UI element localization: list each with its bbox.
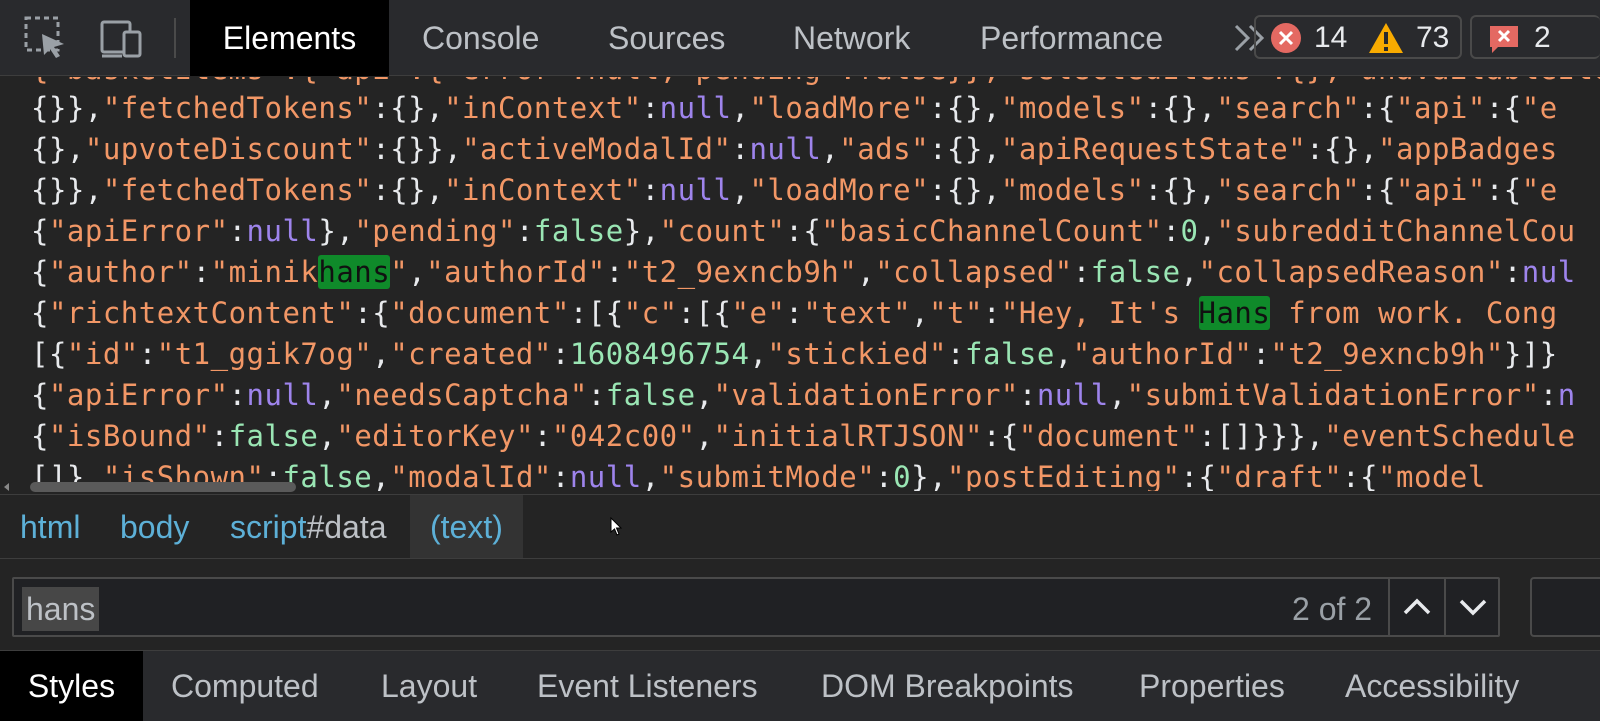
search-match-1: hans — [318, 255, 391, 289]
error-count: 14 — [1314, 21, 1348, 54]
tab-layout[interactable]: Layout — [381, 651, 477, 721]
tab-sources[interactable]: Sources — [608, 0, 725, 76]
scroll-left-arrow[interactable] — [4, 483, 9, 491]
search-input-box[interactable]: hans 2 of 2 — [12, 577, 1500, 637]
code-line: {"author":"minikhans","authorId":"t2_9ex… — [31, 255, 1576, 289]
code-line: {"isBound":false,"editorKey":"042c00","i… — [31, 419, 1576, 453]
breadcrumb-tag: script — [230, 509, 307, 545]
mouse-cursor-icon — [610, 516, 624, 542]
devtools-toolbar: Elements Console Sources Network Perform… — [0, 0, 1600, 76]
breadcrumb-script[interactable]: script#data — [230, 495, 387, 559]
tab-accessibility[interactable]: Accessibility — [1345, 651, 1519, 721]
search-match-2: Hans — [1198, 296, 1271, 330]
code-line: {}},"fetchedTokens":{},"inContext":null,… — [31, 91, 1558, 125]
breadcrumb: html body script#data (text) — [0, 494, 1600, 559]
search-bar: hans 2 of 2 — [0, 558, 1600, 650]
search-input[interactable]: hans — [22, 587, 100, 631]
breadcrumb-body[interactable]: body — [120, 495, 189, 559]
styles-pane-tabs: Styles Computed Layout Event Listeners D… — [0, 650, 1600, 721]
search-options-box[interactable] — [1530, 577, 1600, 637]
code-line: [{"id":"t1_ggik7og","created":1608496754… — [31, 337, 1558, 371]
issues-count: 2 — [1534, 21, 1551, 54]
code-line: {"apiError":null,"needsCaptcha":false,"v… — [31, 378, 1576, 412]
code-line: {}},"fetchedTokens":{},"inContext":null,… — [31, 173, 1558, 207]
warning-count: 73 — [1416, 21, 1450, 54]
search-next-button[interactable] — [1446, 579, 1500, 635]
tab-dom-breakpoints[interactable]: DOM Breakpoints — [821, 651, 1074, 721]
tab-console[interactable]: Console — [422, 0, 539, 76]
breadcrumb-text[interactable]: (text) — [410, 495, 523, 559]
issues-counter[interactable]: 2 — [1470, 15, 1600, 59]
tab-network[interactable]: Network — [793, 0, 910, 76]
script-text-content[interactable]: {"basketItems":{"api":{"error":null,"pen… — [0, 77, 1600, 491]
errors-warnings-counter[interactable]: 14 73 — [1254, 15, 1462, 59]
tab-computed[interactable]: Computed — [171, 651, 319, 721]
tab-elements[interactable]: Elements — [190, 0, 389, 76]
breadcrumb-html[interactable]: html — [20, 495, 80, 559]
code-line: {"apiError":null},"pending":false},"coun… — [31, 214, 1576, 248]
tab-styles[interactable]: Styles — [0, 651, 143, 721]
code-line: {"richtextContent":{"document":[{"c":[{"… — [31, 296, 1558, 330]
select-element-icon[interactable] — [22, 14, 70, 62]
search-prev-button[interactable] — [1390, 579, 1444, 635]
error-icon — [1270, 22, 1302, 59]
tab-performance[interactable]: Performance — [980, 0, 1163, 76]
toolbar-separator — [174, 18, 176, 58]
tab-event-listeners[interactable]: Event Listeners — [537, 651, 758, 721]
warning-icon — [1368, 21, 1404, 60]
breadcrumb-id: #data — [306, 509, 387, 545]
code-line: {},"upvoteDiscount":{}},"activeModalId":… — [31, 132, 1558, 166]
issues-icon — [1488, 23, 1520, 60]
tab-properties[interactable]: Properties — [1139, 651, 1285, 721]
search-match-count: 2 of 2 — [1292, 591, 1373, 627]
device-toolbar-icon[interactable] — [98, 14, 146, 62]
horizontal-scrollbar[interactable] — [30, 482, 296, 492]
